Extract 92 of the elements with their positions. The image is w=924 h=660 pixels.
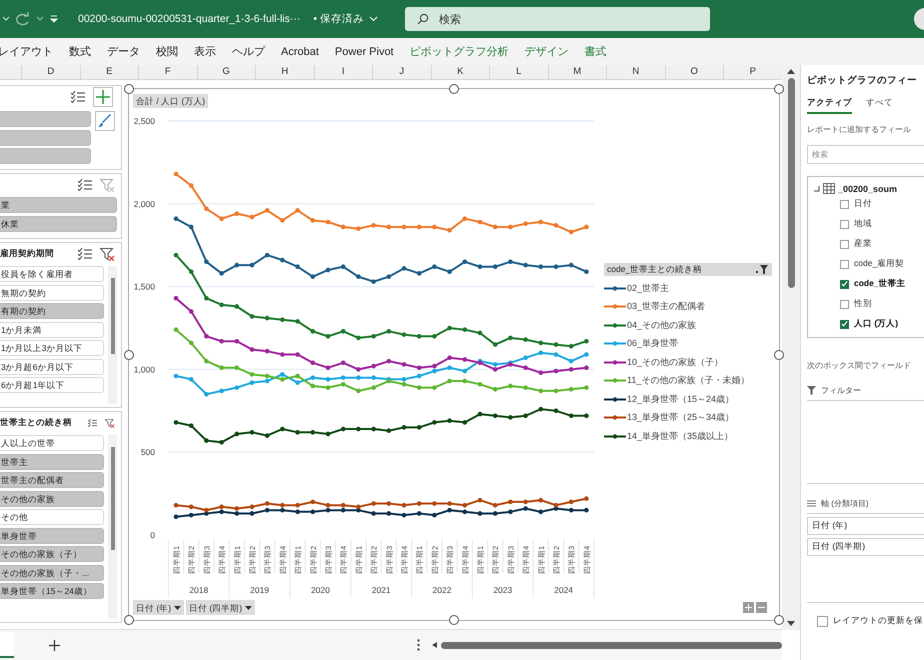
y-tick-label: 1,000 <box>134 364 155 374</box>
legend-field-button[interactable]: code_世帯主との続き柄 <box>604 263 772 276</box>
slicer-item[interactable]: 役員を除く雇用者 <box>0 266 104 282</box>
year-label: 2019 <box>250 585 270 595</box>
ribbon-tab[interactable]: ピボットグラフ分析 <box>410 44 509 59</box>
axis-field-item[interactable]: 日付 (四半期) <box>807 538 924 556</box>
legend-label: 04_その他の家族 <box>627 318 696 332</box>
axis-field-item[interactable]: 日付 (年) <box>807 517 924 535</box>
slicer-item[interactable]: その他の家族（子・... <box>0 564 104 580</box>
legend-label: 10_その他の家族（子） <box>627 356 724 368</box>
ribbon-tab[interactable]: 数式 <box>69 44 91 59</box>
column-header[interactable]: J <box>373 65 432 79</box>
field-label[interactable]: 産業 <box>854 238 872 250</box>
column-header[interactable]: H <box>256 65 314 79</box>
slicer-item[interactable]: 6か月超1年以下 <box>0 377 104 393</box>
year-label: 2021 <box>372 585 391 595</box>
pane-tab[interactable]: アクティブ <box>807 97 852 114</box>
value-field-button[interactable]: 合計 / 人口 (万人) <box>133 94 208 108</box>
legend-label: 14_単身世帯（35歳以上） <box>627 430 734 442</box>
slicer-item[interactable]: その他 <box>0 509 104 525</box>
legend-label: 03_世帯主の配偶者 <box>627 300 706 313</box>
area-label: フィルター <box>821 385 861 396</box>
y-tick-label: 2,000 <box>134 198 155 209</box>
pane-title: ピボットグラフのフィー <box>807 74 917 87</box>
slicer-title: 世帯主との続き柄 <box>0 417 72 429</box>
y-tick-label: 1,500 <box>134 282 155 292</box>
year-label: 2022 <box>432 585 452 595</box>
field-label[interactable]: code_世帯主 <box>854 278 906 290</box>
axis-field-button[interactable]: 日付 (年) <box>133 600 184 615</box>
ribbon-tab[interactable]: 校閲 <box>156 44 178 59</box>
slicer-item[interactable]: 有期の契約 <box>0 303 104 319</box>
axis-field-button[interactable]: 日付 (四半期) <box>186 600 256 615</box>
field-search-field[interactable]: 検索 <box>807 145 924 164</box>
field-label[interactable]: 日付 <box>854 198 872 210</box>
slicer-item[interactable]: 人以上の世帯 <box>0 435 104 451</box>
column-header[interactable]: L <box>490 65 548 79</box>
areas-hint: 次のボックス間でフィールド <box>807 360 911 371</box>
defer-update-label[interactable]: レイアウトの更新を保 <box>833 615 923 627</box>
slicer-item[interactable]: 業 <box>0 197 117 213</box>
ribbon-tab[interactable]: デザイン <box>524 44 569 59</box>
y-tick-label: 0 <box>150 530 155 540</box>
slicer-title: 雇用契約期間 <box>0 248 54 260</box>
column-header[interactable]: I <box>314 65 373 79</box>
ribbon-tab[interactable]: Power Pivot <box>334 46 394 58</box>
slicer-item[interactable]: 3か月超6か月以下 <box>0 358 104 374</box>
pane-hint: レポートに追加するフィール <box>807 124 911 135</box>
table-name[interactable]: _00200_soum <box>838 184 898 194</box>
save-status[interactable]: • 保存済み <box>313 12 364 26</box>
legend-label: 12_単身世帯（15～24歳） <box>627 392 734 406</box>
legend-label: 02_世帯主 <box>627 282 670 294</box>
y-tick-label: 2,500 <box>134 116 155 126</box>
column-header[interactable]: O <box>666 65 724 79</box>
column-header[interactable]: K <box>432 65 490 79</box>
legend-label: 13_単身世帯（25～34歳） <box>627 411 734 424</box>
field-label[interactable]: 人口 (万人) <box>854 318 898 330</box>
column-header[interactable]: N <box>607 65 666 79</box>
slicer-item[interactable]: その他の家族（子） <box>0 546 104 562</box>
year-label: 2024 <box>554 585 574 595</box>
year-label: 2020 <box>310 585 330 595</box>
y-tick-label: 500 <box>140 447 155 458</box>
slicer-item[interactable]: 1か月未満 <box>0 322 104 338</box>
column-header[interactable]: D <box>22 65 80 79</box>
search-field[interactable]: 検索 <box>404 7 710 31</box>
ribbon-tab[interactable]: データ <box>107 44 140 59</box>
column-header[interactable]: G <box>198 65 256 79</box>
pane-tab[interactable]: すべて <box>866 97 893 114</box>
ribbon-tab[interactable]: 表示 <box>194 44 216 59</box>
slicer-item[interactable]: 1か月以上3か月以下 <box>0 340 104 356</box>
ribbon-tab[interactable]: 書式 <box>584 44 607 59</box>
file-name: 00200-soumu-00200531-quarter_1-3-6-full-lis··· <box>78 13 300 25</box>
field-label[interactable]: 地域 <box>854 218 872 230</box>
year-label: 2023 <box>493 585 512 595</box>
search-placeholder: 検索 <box>812 150 828 159</box>
column-header[interactable]: F <box>139 65 198 79</box>
slicer-item[interactable]: 単身世帯 <box>0 528 104 544</box>
year-label: 2018 <box>189 585 208 595</box>
search-placeholder: 検索 <box>438 12 461 26</box>
slicer-item[interactable]: 単身世帯（15～24歳） <box>0 583 104 599</box>
legend-label: 06_単身世帯 <box>627 337 678 350</box>
ribbon-tab[interactable]: ヘルプ <box>232 44 265 59</box>
field-label[interactable]: 性別 <box>854 298 872 310</box>
legend-label: 11_その他の家族（子・未婚） <box>627 374 750 387</box>
slicer-item[interactable]: 世帯主の配偶者 <box>0 472 104 488</box>
slicer-item[interactable]: 無期の契約 <box>0 284 104 300</box>
field-label[interactable]: code_雇用契 <box>854 258 904 270</box>
slicer-item[interactable]: 世帯主 <box>0 454 104 470</box>
column-header[interactable]: E <box>80 65 139 79</box>
column-header[interactable]: M <box>548 65 607 79</box>
ribbon-tab[interactable]: Acrobat <box>281 46 319 58</box>
area-label: 軸 (分類項目) <box>821 498 869 509</box>
slicer-item[interactable]: その他の家族 <box>0 490 104 506</box>
slicer-item[interactable]: 休業 <box>0 216 117 232</box>
